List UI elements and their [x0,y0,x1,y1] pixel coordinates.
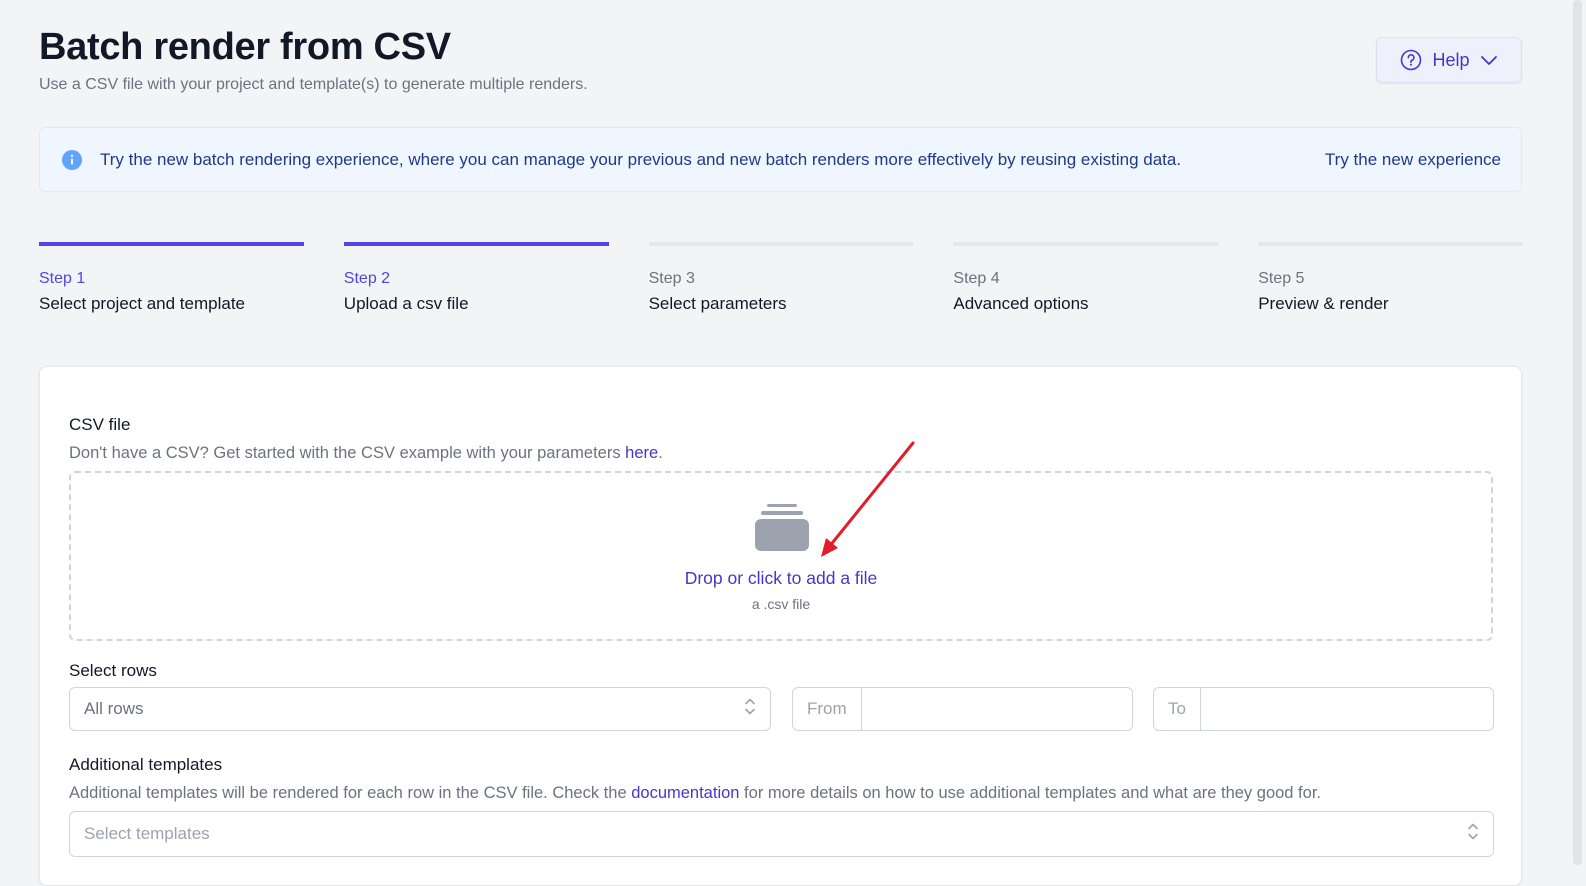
step-4[interactable]: Step 4 Advanced options [953,242,1219,314]
step-number: Step 4 [953,270,1000,287]
step-progress-bar [39,242,304,246]
scrollbar-thumb[interactable] [1573,0,1582,865]
csv-example-link[interactable]: here [625,444,658,462]
step-progress-bar [1258,242,1523,246]
templates-select[interactable]: Select templates [69,811,1494,857]
inbox-icon [755,503,809,558]
csv-file-label: CSV file [69,415,131,434]
updown-chevron-icon [1467,822,1479,847]
page-scrollbar[interactable] [1568,0,1586,865]
csv-dropzone[interactable]: Drop or click to add a file a .csv file [69,471,1493,641]
row-to-input[interactable] [1200,688,1493,730]
try-new-experience-link[interactable]: Try the new experience [1325,150,1501,170]
step-5[interactable]: Step 5 Preview & render [1258,242,1523,314]
info-banner: Try the new batch rendering experience, … [39,127,1522,192]
additional-templates-label: Additional templates [69,755,223,774]
step-number: Step 3 [648,270,695,287]
from-addon-label: From [793,688,862,730]
step-progress-bar [953,242,1219,246]
templates-help-text: Additional templates will be rendered fo… [69,784,1321,803]
updown-chevron-icon [744,697,756,722]
documentation-link[interactable]: documentation [631,784,739,802]
csv-help-suffix: . [658,444,663,462]
step-name: Advanced options [953,294,1089,313]
step-progress-bar [343,242,609,246]
step-name: Select project and template [39,294,246,313]
step-number: Step 2 [343,270,391,287]
stepper: Step 1 Select project and template Step … [39,242,1523,314]
chevron-down-icon [1480,54,1498,66]
step-3[interactable]: Step 3 Select parameters [648,242,914,314]
row-from-input[interactable] [861,688,1132,730]
csv-help-text: Don't have a CSV? Get started with the C… [69,444,663,463]
drop-file-link[interactable]: Drop or click to add a file [71,568,1491,589]
select-rows-label: Select rows [69,661,157,680]
info-icon [62,149,82,170]
question-circle-icon [1400,49,1422,71]
templates-help-prefix: Additional templates will be rendered fo… [69,784,632,802]
step-2[interactable]: Step 2 Upload a csv file [343,242,609,314]
step-number: Step 1 [39,270,86,287]
templates-help-suffix: for more details on how to use additiona… [739,784,1321,802]
to-addon-label: To [1154,688,1201,730]
upload-card: CSV file Don't have a CSV? Get started w… [39,366,1522,886]
step-number: Step 5 [1258,270,1305,287]
row-to-field[interactable]: To [1153,687,1494,731]
banner-message: Try the new batch rendering experience, … [100,149,1182,169]
page-header: Batch render from CSV Use a CSV file wit… [39,24,588,94]
csv-help-prefix: Don't have a CSV? Get started with the C… [69,444,626,462]
row-from-field[interactable]: From [792,687,1133,731]
help-label: Help [1432,49,1470,70]
step-1[interactable]: Step 1 Select project and template [39,242,304,314]
page-subtitle: Use a CSV file with your project and tem… [39,76,588,93]
step-name: Select parameters [648,294,787,313]
help-button[interactable]: Help [1376,37,1522,83]
drop-file-hint: a .csv file [751,596,811,612]
step-name: Upload a csv file [343,294,469,313]
templates-select-placeholder: Select templates [84,824,210,843]
step-progress-bar [648,242,914,246]
rows-select-value: All rows [84,699,144,718]
rows-select[interactable]: All rows [69,687,771,731]
page-title: Batch render from CSV [39,26,451,68]
step-name: Preview & render [1258,294,1389,313]
